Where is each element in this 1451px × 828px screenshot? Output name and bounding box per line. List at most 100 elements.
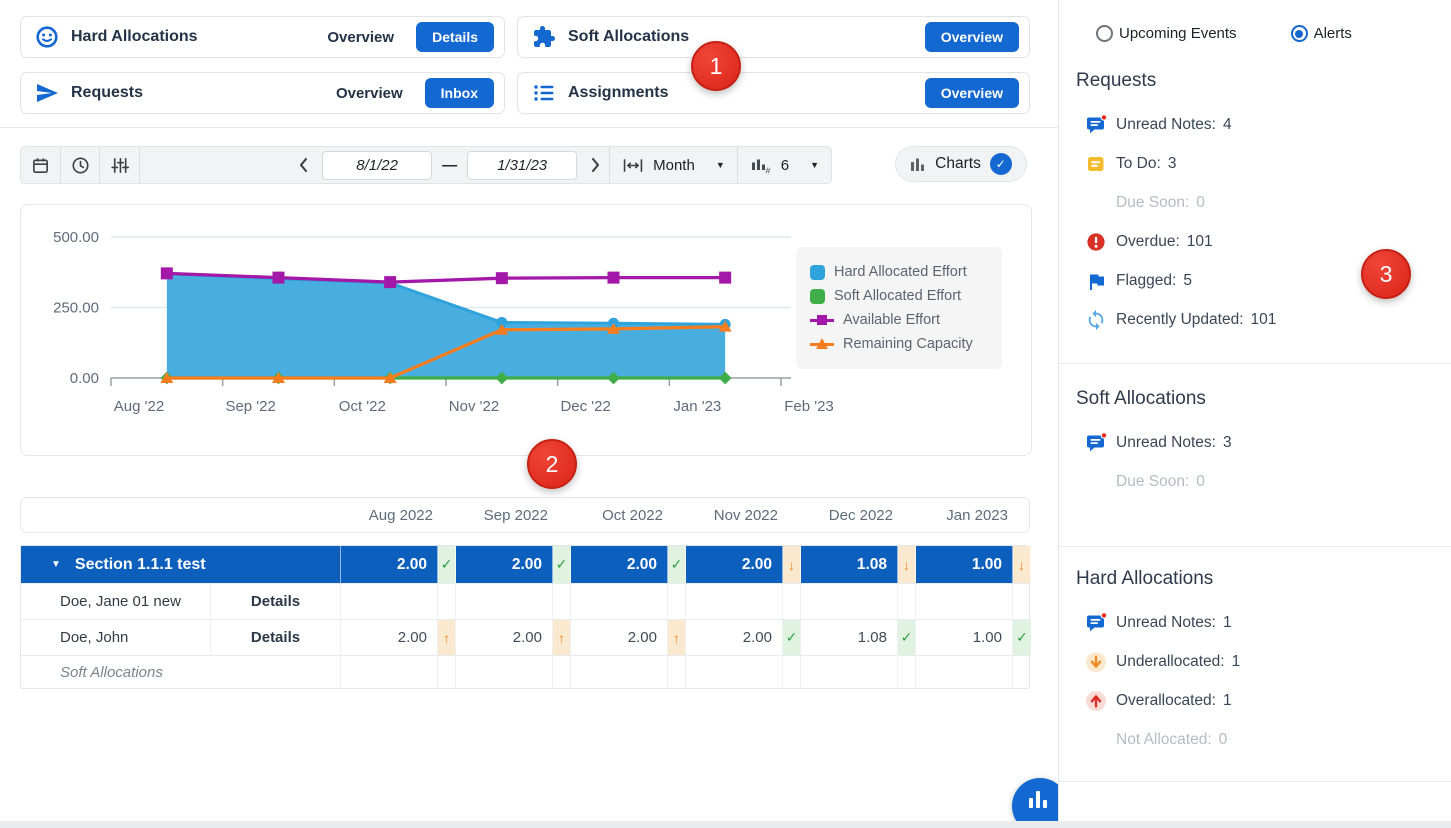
status-cell: ✓ bbox=[553, 546, 571, 583]
calendar-icon-button[interactable] bbox=[21, 147, 60, 183]
empty-cell bbox=[686, 656, 783, 688]
details-button[interactable]: Details bbox=[211, 620, 341, 655]
alert-item-underallocated[interactable]: Underallocated:1 bbox=[1059, 642, 1451, 681]
empty-cell bbox=[801, 656, 898, 688]
alert-label: Overdue: bbox=[1116, 233, 1180, 251]
allocation-value-cell bbox=[686, 584, 783, 619]
unread-notes-icon bbox=[1085, 114, 1107, 136]
details-button[interactable]: Details bbox=[211, 584, 341, 619]
inbox-button[interactable]: Inbox bbox=[425, 78, 494, 108]
charts-toggle-button[interactable]: Charts ✓ bbox=[895, 146, 1027, 182]
bar-chart-icon bbox=[1029, 791, 1047, 808]
empty-cell bbox=[456, 656, 553, 688]
svg-text:Jan '23: Jan '23 bbox=[673, 398, 721, 415]
radio-selected-icon bbox=[1291, 25, 1308, 42]
alert-count: 0 bbox=[1219, 731, 1228, 749]
empty-cell bbox=[341, 656, 438, 688]
next-period-button[interactable] bbox=[583, 150, 609, 180]
alert-item-to-do[interactable]: To Do:3 bbox=[1059, 144, 1451, 183]
legend-swatch-icon bbox=[810, 265, 825, 280]
alerts-radio[interactable]: Alerts bbox=[1291, 25, 1352, 42]
end-date-input[interactable] bbox=[467, 151, 577, 180]
month-column-header: Dec 2022 bbox=[801, 507, 898, 524]
send-icon bbox=[35, 81, 59, 105]
status-check-icon: ✓ bbox=[671, 556, 683, 573]
upcoming-events-radio[interactable]: Upcoming Events bbox=[1096, 25, 1237, 42]
allocation-value-cell: 2.00 bbox=[686, 620, 783, 655]
alert-count: 3 bbox=[1223, 434, 1232, 452]
alert-label: Due Soon: bbox=[1116, 194, 1189, 212]
allocation-value-cell bbox=[916, 584, 1013, 619]
alert-label: Unread Notes: bbox=[1116, 116, 1216, 134]
filter-settings-icon-button[interactable] bbox=[100, 147, 139, 183]
allocation-value-cell: 2.00 bbox=[456, 620, 553, 655]
chevron-down-icon: ▼ bbox=[810, 160, 819, 170]
overview-button[interactable]: Overview bbox=[925, 22, 1019, 52]
previous-period-button[interactable] bbox=[290, 150, 316, 180]
status-down-arrow-icon: ↓ bbox=[1018, 557, 1025, 573]
alert-item-not-allocated[interactable]: Not Allocated: 0 bbox=[1059, 720, 1451, 759]
alert-label: Not Allocated: bbox=[1116, 731, 1212, 749]
status-check-icon: ✓ bbox=[786, 629, 798, 646]
overview-button[interactable]: Overview bbox=[925, 78, 1019, 108]
alert-item-overallocated[interactable]: Overallocated:1 bbox=[1059, 681, 1451, 720]
allocation-value-cell bbox=[456, 584, 553, 619]
allocation-value-cell: 2.00 bbox=[571, 546, 668, 583]
clock-icon bbox=[71, 156, 90, 175]
allocation-value-cell bbox=[801, 584, 898, 619]
nav-card-label: Soft Allocations bbox=[568, 28, 689, 46]
nav-card-assignments: AssignmentsOverview bbox=[517, 72, 1030, 114]
legend-label: Remaining Capacity bbox=[843, 336, 973, 352]
alert-item-due-soon[interactable]: Due Soon:0 bbox=[1059, 462, 1451, 501]
status-cell: ✓ bbox=[1013, 620, 1031, 655]
interval-value: Month bbox=[653, 157, 695, 174]
overallocated-icon bbox=[1085, 690, 1107, 712]
alert-label: Recently Updated: bbox=[1116, 311, 1244, 329]
collapse-caret-icon: ▼ bbox=[51, 559, 61, 570]
status-cell: ↑ bbox=[668, 620, 686, 655]
toolbar-separator bbox=[139, 147, 140, 183]
table-row-section-1-1-1-test: ▼Section 1.1.1 test2.00✓2.00✓2.00✓2.00↓1… bbox=[21, 546, 1029, 583]
status-cell bbox=[898, 584, 916, 619]
details-button[interactable]: Details bbox=[416, 22, 494, 52]
section-toggle[interactable]: ▼Section 1.1.1 test bbox=[21, 546, 341, 583]
chart-legend: Hard Allocated EffortSoft Allocated Effo… bbox=[796, 247, 1002, 369]
clock-icon-button[interactable] bbox=[61, 147, 100, 183]
todo-icon bbox=[1085, 153, 1107, 175]
status-cell bbox=[1013, 584, 1031, 619]
sidebar-divider bbox=[1059, 363, 1451, 364]
start-date-input[interactable] bbox=[322, 151, 432, 180]
allocation-value-cell: 1.00 bbox=[916, 546, 1013, 583]
legend-item-hard-allocated-effort: Hard Allocated Effort bbox=[810, 260, 988, 284]
status-up-arrow-icon: ↑ bbox=[558, 630, 565, 646]
alert-count: 101 bbox=[1251, 311, 1277, 329]
status-cell: ↓ bbox=[783, 546, 801, 583]
table-row-soft-allocations: Soft Allocations bbox=[21, 655, 1029, 688]
alert-label: Flagged: bbox=[1116, 272, 1176, 290]
month-column-header: Jan 2023 bbox=[916, 507, 1013, 524]
legend-label: Available Effort bbox=[843, 312, 940, 328]
svg-text:Feb '23: Feb '23 bbox=[784, 398, 834, 415]
alert-item-recently-updated[interactable]: Recently Updated: 101 bbox=[1059, 300, 1451, 339]
status-down-arrow-icon: ↓ bbox=[788, 557, 795, 573]
month-column-header: Sep 2022 bbox=[456, 507, 553, 524]
alert-item-unread-notes[interactable]: Unread Notes:1 bbox=[1059, 603, 1451, 642]
allocation-value-cell: 2.00 bbox=[686, 546, 783, 583]
chart-count-dropdown[interactable]: # 6 ▼ bbox=[738, 147, 831, 183]
status-cell bbox=[1013, 656, 1031, 688]
legend-label: Hard Allocated Effort bbox=[834, 264, 967, 280]
status-cell: ✓ bbox=[783, 620, 801, 655]
overview-text-button[interactable]: Overview bbox=[327, 29, 394, 46]
overview-text-button[interactable]: Overview bbox=[336, 85, 403, 102]
resource-management-dashboard: Hard AllocationsOverviewDetailsSoft Allo… bbox=[0, 0, 1451, 828]
svg-text:Sep '22: Sep '22 bbox=[225, 398, 275, 415]
effort-chart-card: 0.00250.00500.00Aug '22Sep '22Oct '22Nov… bbox=[20, 204, 1032, 456]
alert-item-unread-notes[interactable]: Unread Notes:3 bbox=[1059, 423, 1451, 462]
alert-label: Due Soon: bbox=[1116, 473, 1189, 491]
alert-item-unread-notes[interactable]: Unread Notes:4 bbox=[1059, 105, 1451, 144]
alert-item-due-soon[interactable]: Due Soon:0 bbox=[1059, 183, 1451, 222]
empty-cell bbox=[571, 656, 668, 688]
svg-text:Oct '22: Oct '22 bbox=[339, 398, 386, 415]
interval-dropdown[interactable]: Month ▼ bbox=[610, 147, 737, 183]
person-name: Doe, Jane 01 new bbox=[21, 584, 211, 619]
